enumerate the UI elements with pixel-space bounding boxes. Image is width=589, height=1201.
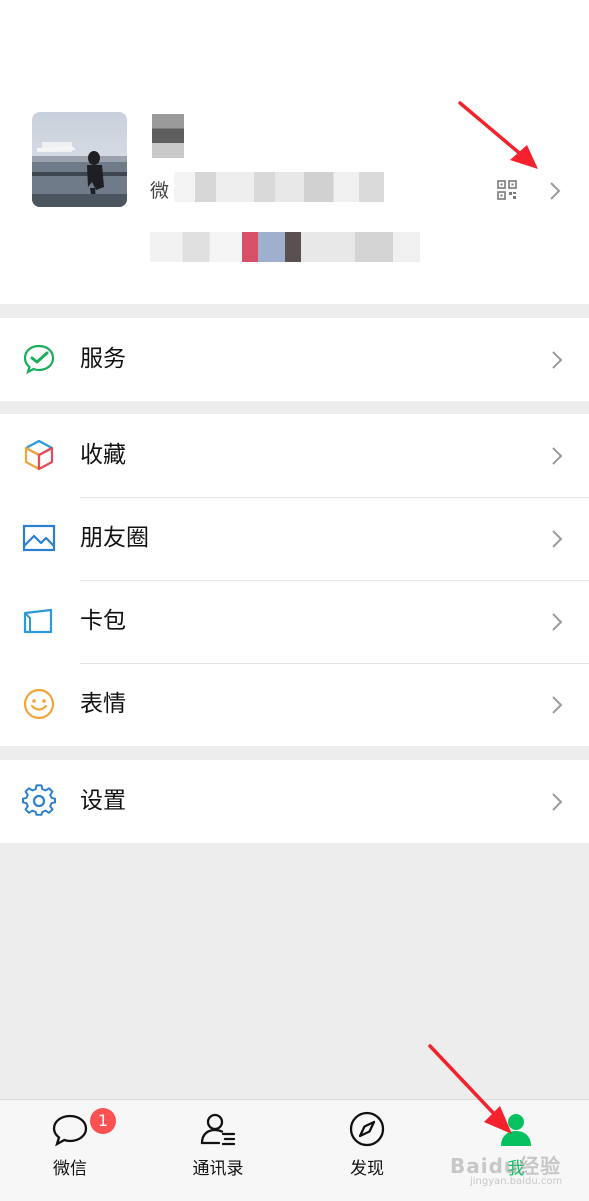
menu-item-cards[interactable]: 卡包 [0, 580, 589, 663]
menu-item-favorites[interactable]: 收藏 [0, 414, 589, 497]
qr-code-icon[interactable] [497, 180, 517, 200]
menu-group-services: 服务 [0, 318, 589, 401]
menu-group-main: 收藏 朋友圈 卡包 表情 [0, 414, 589, 746]
status-blurred [150, 232, 420, 262]
favorites-label: 收藏 [80, 442, 126, 468]
chevron-right-icon [552, 613, 563, 631]
tab-contacts[interactable]: 通讯录 [158, 1100, 278, 1200]
avatar[interactable] [32, 112, 127, 207]
chevron-right-icon [552, 696, 563, 714]
favorites-cube-icon [24, 439, 54, 471]
person-icon [501, 1114, 531, 1146]
chat-bubble-icon [52, 1114, 88, 1147]
chevron-right-icon [552, 530, 563, 548]
moments-label: 朋友圈 [80, 525, 149, 551]
wechat-id-prefix: 微 [150, 180, 170, 202]
services-icon [23, 344, 55, 375]
tab-discover[interactable]: 发现 [307, 1100, 427, 1200]
chevron-right-icon [552, 793, 563, 811]
menu-item-services[interactable]: 服务 [0, 318, 589, 401]
tab-chats-label: 微信 [53, 1159, 87, 1179]
nickname-blurred [152, 114, 184, 158]
menu-group-settings: 设置 [0, 760, 589, 843]
settings-label: 设置 [80, 788, 126, 814]
contacts-icon [200, 1113, 236, 1146]
watermark: Baidu经验 [450, 1154, 562, 1178]
chevron-right-icon [552, 351, 563, 369]
tab-discover-label: 发现 [350, 1159, 384, 1179]
wechat-id-row: 微 [150, 172, 390, 204]
tab-chats[interactable]: 1 微信 [10, 1100, 130, 1200]
unread-badge: 1 [90, 1108, 116, 1134]
moments-picture-icon [22, 524, 56, 552]
chevron-right-icon[interactable] [548, 179, 562, 203]
menu-item-moments[interactable]: 朋友圈 [0, 497, 589, 580]
profile-header[interactable]: 微 [0, 0, 589, 304]
menu-item-stickers[interactable]: 表情 [0, 663, 589, 746]
gear-icon [22, 784, 56, 816]
cards-label: 卡包 [80, 608, 126, 634]
wechat-id-blurred [174, 172, 384, 202]
menu-item-settings[interactable]: 设置 [0, 760, 589, 843]
tab-contacts-label: 通讯录 [192, 1159, 244, 1179]
chevron-right-icon [552, 447, 563, 465]
watermark-url: jingyan.baidu.com [470, 1176, 563, 1187]
compass-icon [349, 1111, 385, 1147]
smiley-icon [23, 688, 55, 720]
card-wallet-icon [23, 608, 53, 634]
stickers-label: 表情 [80, 691, 126, 717]
services-label: 服务 [80, 346, 126, 372]
